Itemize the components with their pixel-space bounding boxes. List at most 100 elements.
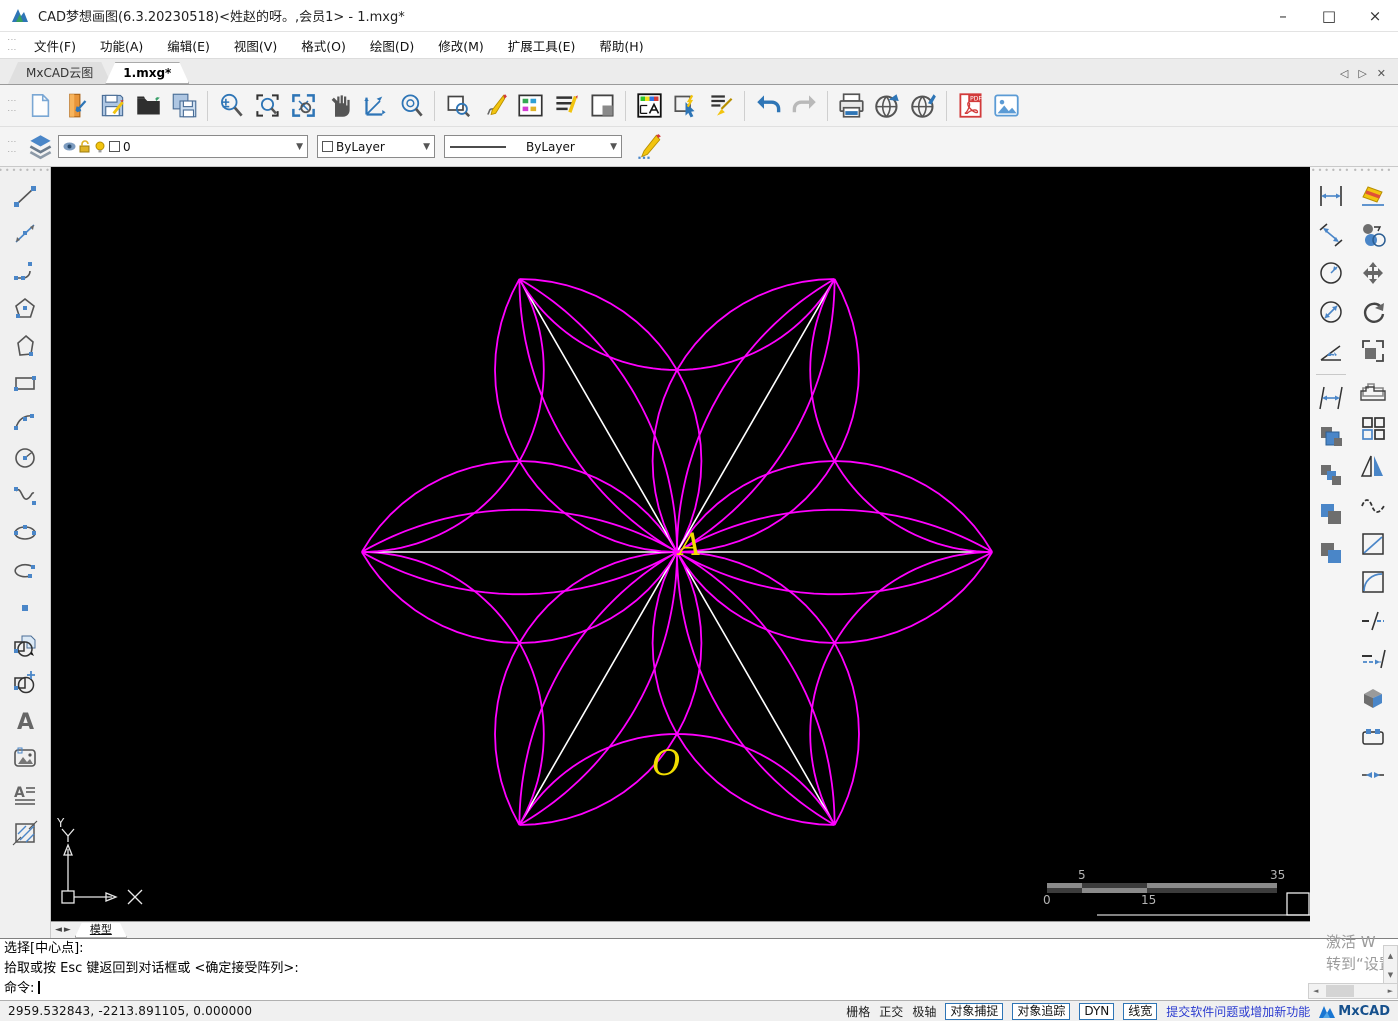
viewport-icon[interactable] (584, 89, 620, 123)
quick-select-icon[interactable] (667, 89, 703, 123)
draw-point-icon[interactable] (5, 590, 45, 628)
redo-icon[interactable] (786, 89, 822, 123)
export-pdf-icon[interactable]: PDF (952, 89, 988, 123)
draworder-above-icon[interactable] (1311, 495, 1351, 534)
tab-scroll-right-icon[interactable]: ▷ (1358, 67, 1366, 80)
dim-radius-icon[interactable] (1311, 254, 1351, 293)
layer-select[interactable]: 0 ▼ (58, 135, 308, 158)
drawing-canvas[interactable]: A O Y 5 35 0 15 (51, 167, 1310, 922)
draworder-below-icon[interactable] (1311, 533, 1351, 572)
lengthen-icon[interactable] (1353, 524, 1393, 563)
web-edit-icon[interactable] (905, 89, 941, 123)
menu-express-tools[interactable]: 扩展工具(E) (496, 33, 588, 58)
dim-continue-icon[interactable] (1311, 379, 1351, 418)
chevron-down-icon[interactable]: ▼ (417, 142, 430, 152)
insert-block-icon[interactable] (5, 627, 45, 665)
sketch-pencil-icon[interactable] (476, 89, 512, 123)
print-icon[interactable] (833, 89, 869, 123)
zoom-window-icon[interactable] (249, 89, 285, 123)
explode-icon[interactable] (1353, 679, 1393, 718)
feedback-link[interactable]: 提交软件问题或增加新功能 (1166, 1003, 1310, 1020)
offset-icon[interactable] (1353, 370, 1393, 409)
trim-icon[interactable] (1353, 602, 1393, 641)
draw-ellipse-arc-icon[interactable] (5, 552, 45, 590)
sheet-next-icon[interactable]: ► (64, 925, 71, 935)
save-icon[interactable] (94, 89, 130, 123)
web-publish-icon[interactable] (869, 89, 905, 123)
draw-arc-icon[interactable] (5, 402, 45, 440)
draw-ellipse-icon[interactable] (5, 515, 45, 553)
draw-spline-icon[interactable] (5, 477, 45, 515)
insert-image-icon[interactable] (988, 89, 1024, 123)
open-drawing-icon[interactable] (58, 89, 94, 123)
toggle-osnap[interactable]: 对象捕捉 (945, 1002, 1004, 1020)
insert-raster-image-icon[interactable] (5, 740, 45, 778)
pan-icon[interactable] (321, 89, 357, 123)
tab-close-icon[interactable]: ✕ (1377, 67, 1386, 80)
draw-text-icon[interactable]: A (5, 702, 45, 740)
stretch-icon[interactable] (1353, 717, 1393, 756)
draworder-back-icon[interactable] (1311, 456, 1351, 495)
menu-view[interactable]: 视图(V) (222, 33, 289, 58)
extend-icon[interactable] (1353, 640, 1393, 679)
define-attribute-icon[interactable]: A (5, 777, 45, 815)
erase-icon[interactable] (1353, 177, 1393, 216)
menu-edit[interactable]: 编辑(E) (155, 33, 222, 58)
dim-aligned-icon[interactable] (1311, 216, 1351, 255)
menu-draw[interactable]: 绘图(D) (358, 33, 426, 58)
rotate-icon[interactable] (1353, 293, 1393, 332)
command-horizontal-scrollbar[interactable]: ◄ ► (1308, 983, 1398, 999)
scale-icon[interactable] (1353, 331, 1393, 370)
dim-angular-icon[interactable] (1311, 331, 1351, 370)
menu-modify[interactable]: 修改(M) (426, 33, 496, 58)
save-all-icon[interactable] (166, 89, 202, 123)
toggle-polar[interactable]: 极轴 (912, 1003, 936, 1020)
command-vertical-scrollbar[interactable]: ▲ ▼ (1383, 945, 1398, 985)
mirror-icon[interactable] (1353, 447, 1393, 486)
edit-spline-icon[interactable] (1353, 486, 1393, 525)
ucs-axes-icon[interactable] (357, 89, 393, 123)
draw-rectangle-icon[interactable] (5, 365, 45, 403)
linetype-manager-icon[interactable] (548, 89, 584, 123)
copy-icon[interactable] (1353, 216, 1393, 255)
command-prompt-line[interactable]: 命令: (0, 979, 1398, 999)
draw-circle-icon[interactable] (5, 440, 45, 478)
undo-icon[interactable] (750, 89, 786, 123)
draw-line-icon[interactable] (5, 177, 45, 215)
menu-function[interactable]: 功能(A) (88, 33, 155, 58)
zoom-center-icon[interactable] (393, 89, 429, 123)
tab-mxcad-cloud[interactable]: MxCAD云图 (8, 62, 111, 84)
tab-drawing-1mxg[interactable]: 1.mxg* (105, 62, 189, 84)
tab-model[interactable]: 模型 (75, 923, 127, 938)
dim-linear-icon[interactable] (1311, 177, 1351, 216)
chevron-down-icon[interactable]: ▼ (604, 142, 617, 152)
join-icon[interactable] (1353, 756, 1393, 795)
chevron-down-icon[interactable]: ▼ (290, 142, 303, 152)
move-icon[interactable] (1353, 254, 1393, 293)
menu-file[interactable]: 文件(F) (22, 33, 88, 58)
fillet-icon[interactable] (1353, 563, 1393, 602)
match-properties-icon[interactable] (703, 89, 739, 123)
menu-format[interactable]: 格式(O) (289, 33, 358, 58)
minimize-button[interactable]: – (1260, 0, 1306, 31)
named-view-icon[interactable] (440, 89, 476, 123)
draw-polyline-icon[interactable] (5, 252, 45, 290)
draworder-front-icon[interactable] (1311, 418, 1351, 457)
zoom-dynamic-icon[interactable] (213, 89, 249, 123)
new-file-icon[interactable] (22, 89, 58, 123)
zoom-extents-icon[interactable] (285, 89, 321, 123)
draw-polygon-irregular-icon[interactable] (5, 327, 45, 365)
toggle-lineweight[interactable]: 线宽 (1123, 1002, 1158, 1020)
dim-diameter-icon[interactable] (1311, 293, 1351, 332)
layers-icon[interactable] (22, 130, 58, 164)
command-window[interactable]: 选择[中心点]: 拾取或按 Esc 键返回到对话框或 <确定接受阵列>: 命令:… (0, 933, 1398, 1000)
maximize-button[interactable]: □ (1306, 0, 1352, 31)
create-block-icon[interactable] (5, 665, 45, 703)
array-icon[interactable] (1353, 409, 1393, 448)
draw-polygon-icon[interactable] (5, 290, 45, 328)
draw-settings-pencil-icon[interactable] (630, 130, 666, 164)
toggle-otrack[interactable]: 对象追踪 (1012, 1002, 1071, 1020)
tab-scroll-left-icon[interactable]: ◁ (1340, 67, 1348, 80)
color-select[interactable]: ByLayer ▼ (317, 135, 435, 158)
sheet-prev-icon[interactable]: ◄ (55, 925, 62, 935)
